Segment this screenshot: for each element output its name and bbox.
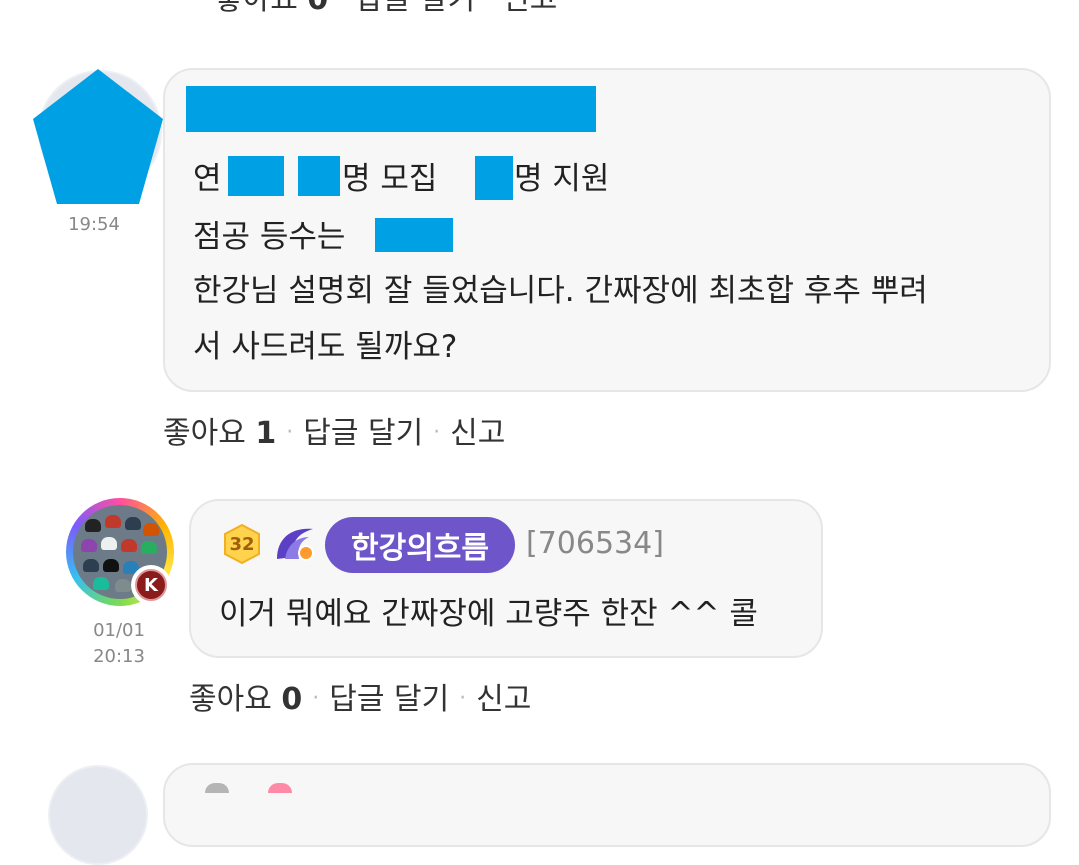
level-badge-icon xyxy=(205,783,229,793)
cap-shape xyxy=(93,577,109,590)
report-button[interactable]: 신고 xyxy=(450,416,505,451)
team-badge-letter: K xyxy=(135,569,167,601)
reply-button[interactable]: 답글 달기 xyxy=(303,416,423,451)
reply-button[interactable]: 답글 달기 xyxy=(355,0,475,17)
separator-dot: · xyxy=(338,0,345,11)
comment-text: 이거 뭐예요 간짜장에 고량주 한잔 ^^ 콜 xyxy=(219,596,758,632)
cap-shape xyxy=(121,539,137,552)
like-label: 좋아요 xyxy=(163,416,246,451)
redacted-text xyxy=(298,156,340,196)
comment-bubble xyxy=(163,763,1051,847)
like-button[interactable]: 좋아요 0 xyxy=(215,0,328,17)
redacted-text xyxy=(475,156,513,200)
comment-text-line: 연 xyxy=(193,148,222,210)
user-id: [706534] xyxy=(526,526,664,561)
nickname-pill[interactable]: 한강의흐름 xyxy=(325,517,515,573)
comment-text-line: 한강님 설명회 잘 들었습니다. 간짜장에 최초합 후추 뿌려 xyxy=(193,273,928,309)
separator-dot: · xyxy=(286,420,294,445)
avatar-redaction-pentagon xyxy=(33,69,163,204)
team-badge: K xyxy=(131,565,171,605)
redacted-text xyxy=(375,218,453,252)
cap-shape xyxy=(125,517,141,530)
report-button[interactable]: 신고 xyxy=(476,682,531,717)
comment-text-line: 점공 등수는 xyxy=(193,206,345,268)
like-count: 0 xyxy=(307,0,328,17)
comment-text-line: 명 지원 xyxy=(514,148,609,210)
comment-time: 19:54 xyxy=(68,214,120,235)
comment-actions: 좋아요 0 · 답글 달기 · 신고 xyxy=(189,674,531,718)
comment-actions-top: 좋아요 0 · 답글 달기 · 신고 xyxy=(215,0,557,18)
reply-button[interactable]: 답글 달기 xyxy=(329,682,449,717)
separator-dot: · xyxy=(433,420,441,445)
level-number: 32 xyxy=(229,533,255,555)
comment-time: 20:13 xyxy=(93,646,145,667)
redacted-text xyxy=(228,156,284,196)
cap-shape xyxy=(85,519,101,532)
cap-shape xyxy=(103,559,119,572)
avatar[interactable] xyxy=(48,765,148,865)
separator-dot: · xyxy=(485,0,492,11)
like-button[interactable]: 좋아요 1 xyxy=(163,416,276,451)
cap-shape xyxy=(141,541,157,554)
text-fragment: 명 지원 xyxy=(514,161,610,197)
wave-medal-icon xyxy=(277,528,314,561)
text-fragment: 명 모집 xyxy=(342,161,438,197)
like-button[interactable]: 좋아요 0 xyxy=(189,682,302,717)
text-fragment: 연 xyxy=(193,161,222,197)
medal-icon xyxy=(268,783,292,793)
comment-text-line: 서 사드려도 될까요? xyxy=(193,329,458,365)
comment-text-line: 명 모집 xyxy=(342,148,437,210)
comment-date: 01/01 xyxy=(93,620,145,641)
cap-shape xyxy=(101,537,117,550)
like-count: 0 xyxy=(281,682,303,717)
cap-shape xyxy=(143,523,159,536)
cap-shape xyxy=(115,579,131,592)
like-count: 1 xyxy=(255,416,277,451)
text-fragment: 점공 등수는 xyxy=(193,219,346,255)
separator-dot: · xyxy=(459,686,467,711)
redacted-author xyxy=(186,86,596,132)
cap-shape xyxy=(81,539,97,552)
comment-actions: 좋아요 1 · 답글 달기 · 신고 xyxy=(163,408,505,452)
like-label: 좋아요 xyxy=(215,0,298,17)
report-button[interactable]: 신고 xyxy=(502,0,557,17)
like-label: 좋아요 xyxy=(189,682,272,717)
cap-shape xyxy=(83,559,99,572)
separator-dot: · xyxy=(312,686,320,711)
cap-shape xyxy=(105,515,121,528)
